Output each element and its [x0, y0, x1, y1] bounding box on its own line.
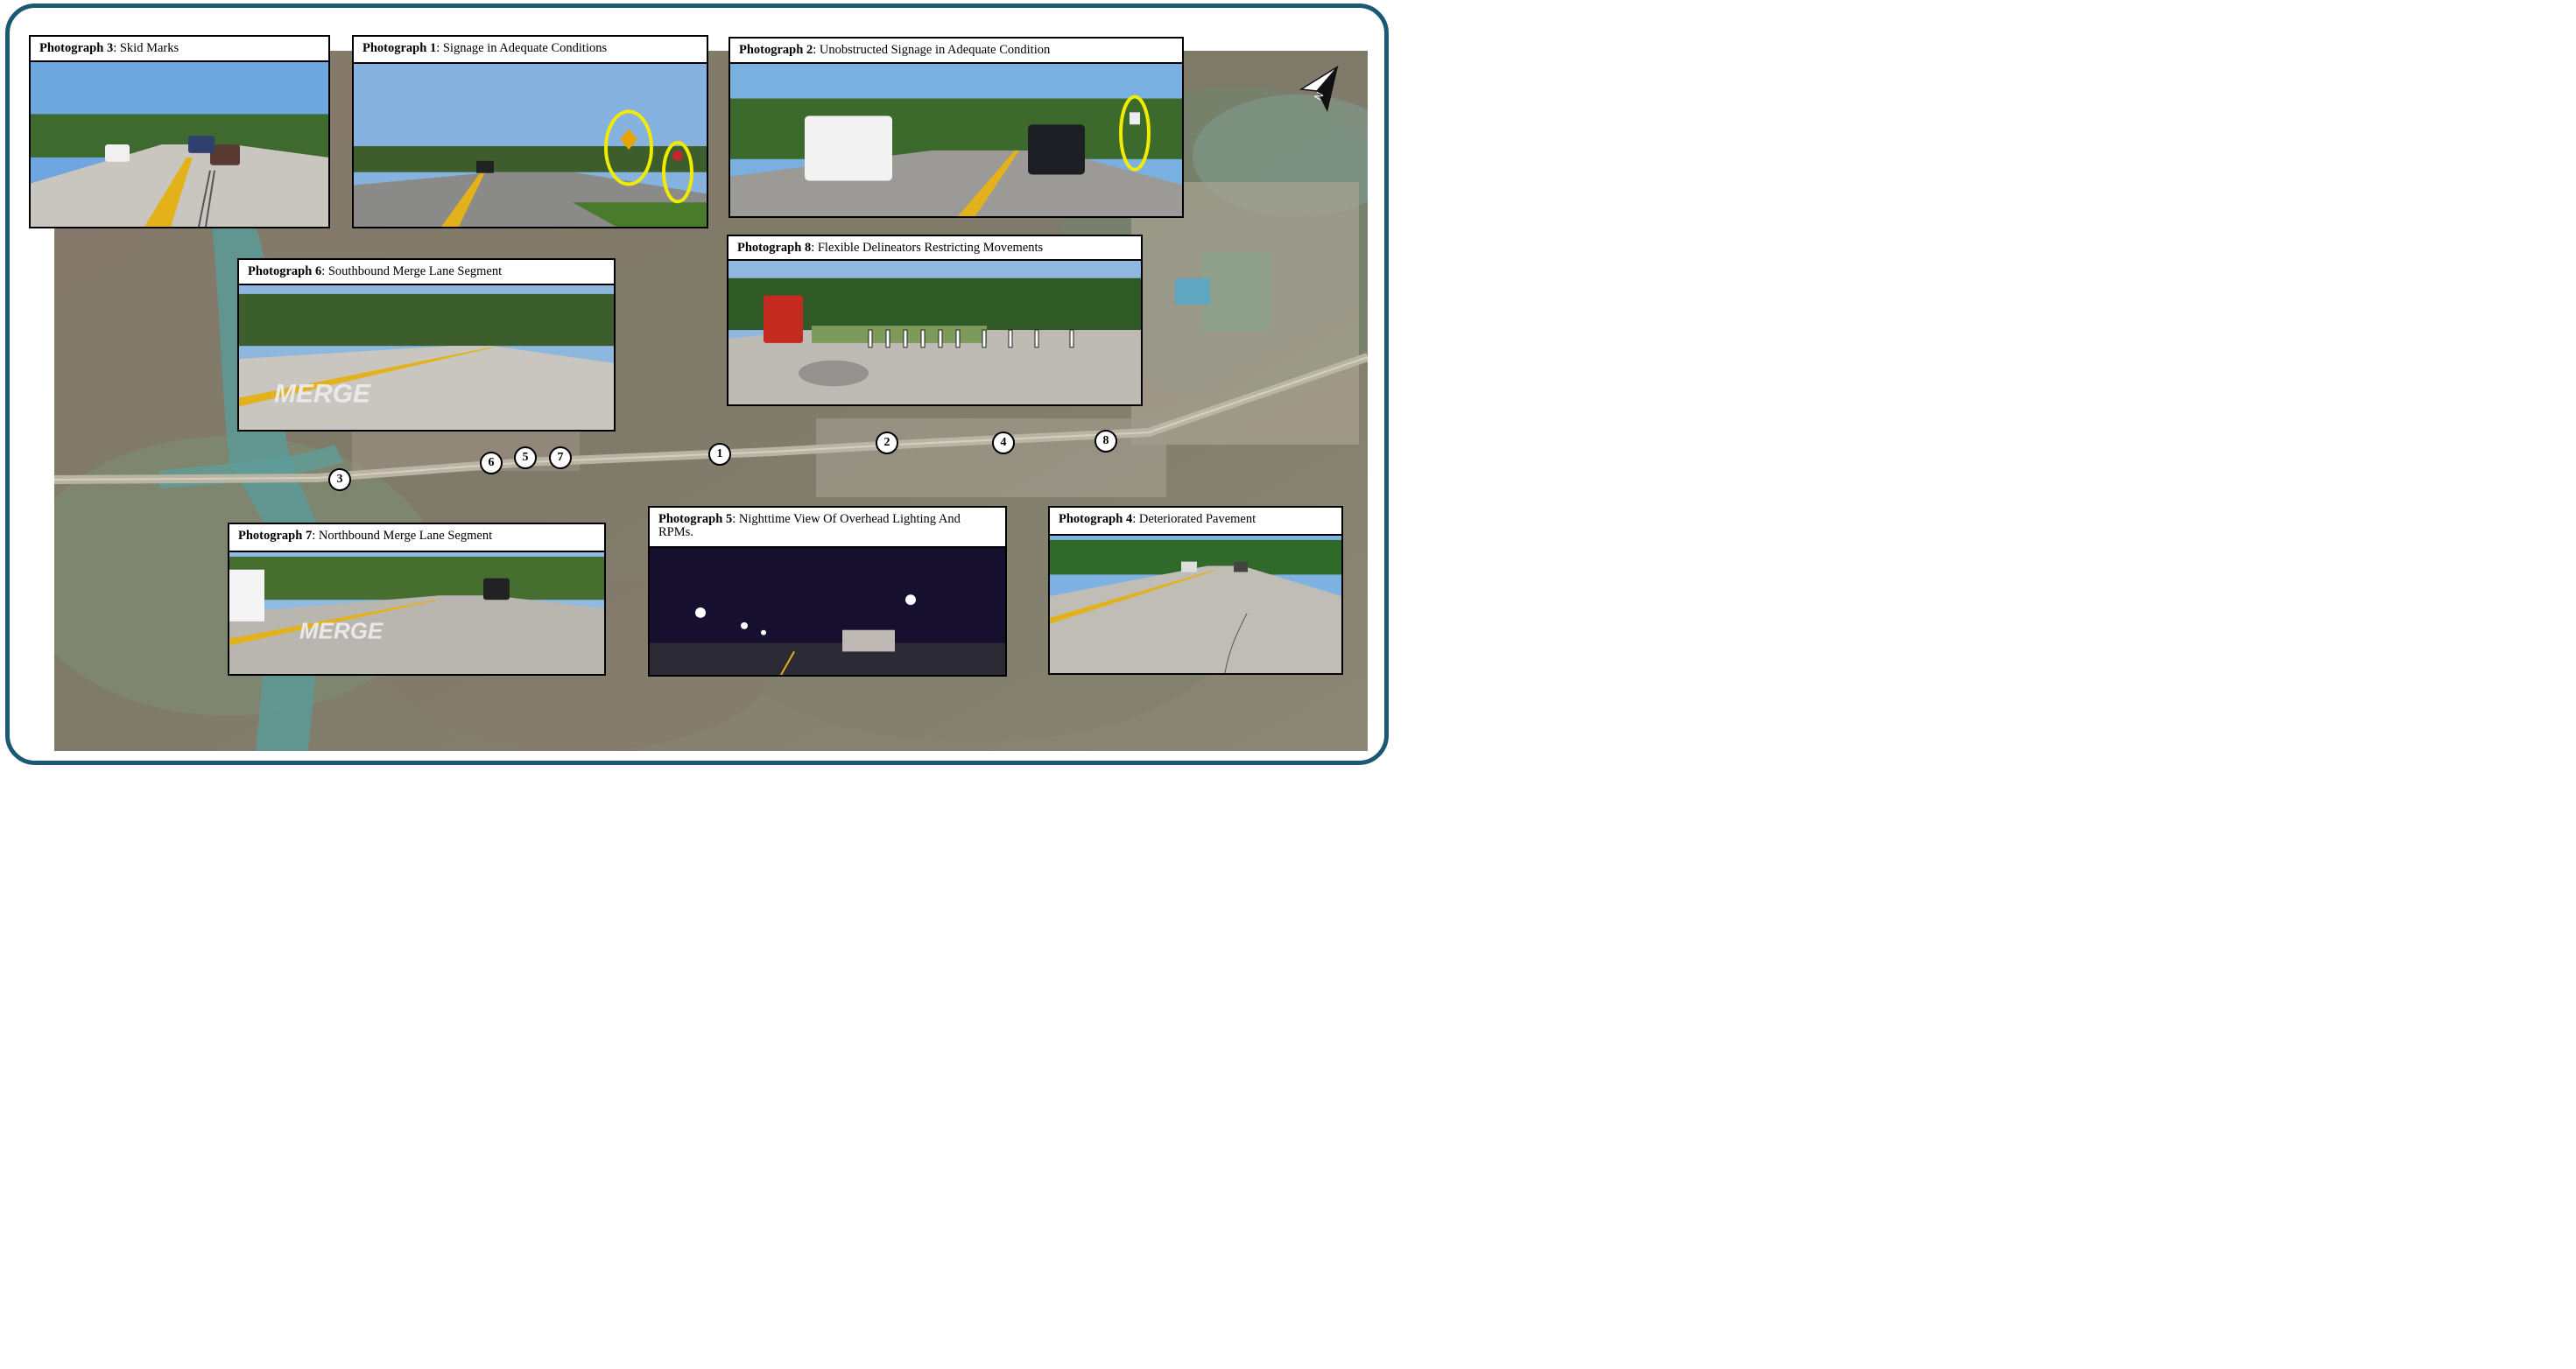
photo-2-panel: Photograph 2: Unobstructed Signage in Ad…	[728, 37, 1184, 218]
photo-8-panel: Photograph 8: Flexible Delineators Restr…	[727, 235, 1143, 406]
location-marker[interactable]: 7	[549, 446, 572, 469]
pavement-merge-text: MERGE	[299, 620, 384, 644]
photo-2-image	[730, 64, 1182, 216]
photo-5-image	[650, 548, 1005, 675]
photo-4-panel: Photograph 4: Deteriorated Pavement	[1048, 506, 1343, 675]
photo-1-label: Photograph 1	[362, 41, 437, 55]
photo-1-caption: Photograph 1: Signage in Adequate Condit…	[354, 37, 707, 64]
photo-4-description: : Deteriorated Pavement	[1132, 512, 1256, 526]
photo-4-label: Photograph 4	[1059, 512, 1133, 526]
pavement-merge-text: MERGE	[274, 380, 371, 409]
photo-7-description: : Northbound Merge Lane Segment	[312, 529, 493, 543]
photo-8-label: Photograph 8	[737, 241, 812, 255]
photo-3-description: : Skid Marks	[113, 41, 179, 55]
location-marker[interactable]: 8	[1094, 430, 1117, 453]
photo-5-label: Photograph 5	[658, 512, 733, 526]
photo-4-caption: Photograph 4: Deteriorated Pavement	[1050, 508, 1341, 536]
photo-6-description: : Southbound Merge Lane Segment	[321, 264, 503, 278]
photo-7-caption: Photograph 7: Northbound Merge Lane Segm…	[229, 524, 604, 552]
photo-6-image: MERGE	[239, 285, 614, 430]
photo-3-panel: Photograph 3: Skid Marks	[29, 35, 330, 228]
photo-8-image	[728, 261, 1141, 404]
location-marker[interactable]: 5	[514, 446, 537, 469]
photo-1-panel: Photograph 1: Signage in Adequate Condit…	[352, 35, 708, 228]
photo-2-label: Photograph 2	[739, 43, 813, 57]
photo-5-caption: Photograph 5: Nighttime View Of Overhead…	[650, 508, 1005, 548]
photo-3-image	[31, 62, 328, 227]
location-marker[interactable]: 2	[876, 432, 898, 454]
photo-2-description: : Unobstructed Signage in Adequate Condi…	[813, 43, 1051, 57]
location-marker[interactable]: 1	[708, 443, 731, 466]
photo-8-caption: Photograph 8: Flexible Delineators Restr…	[728, 236, 1141, 261]
photo-3-caption: Photograph 3: Skid Marks	[31, 37, 328, 62]
photo-6-label: Photograph 6	[248, 264, 322, 278]
photo-1-description: : Signage in Adequate Conditions	[436, 41, 608, 55]
photo-6-panel: Photograph 6: Southbound Merge Lane Segm…	[237, 258, 616, 432]
photo-8-description: : Flexible Delineators Restricting Movem…	[811, 241, 1044, 255]
photo-6-caption: Photograph 6: Southbound Merge Lane Segm…	[239, 260, 614, 285]
photo-1-image	[354, 64, 707, 227]
north-arrow-icon: N	[1294, 63, 1347, 116]
photo-2-caption: Photograph 2: Unobstructed Signage in Ad…	[730, 39, 1182, 64]
location-marker[interactable]: 6	[480, 452, 503, 474]
photo-5-panel: Photograph 5: Nighttime View Of Overhead…	[648, 506, 1007, 677]
photo-7-panel: Photograph 7: Northbound Merge Lane Segm…	[228, 523, 606, 676]
location-marker[interactable]: 4	[992, 432, 1015, 454]
photo-7-image: MERGE	[229, 552, 604, 674]
photo-3-label: Photograph 3	[39, 41, 114, 55]
photo-4-image	[1050, 536, 1341, 673]
photo-7-label: Photograph 7	[238, 529, 313, 543]
location-marker[interactable]: 3	[328, 468, 351, 491]
